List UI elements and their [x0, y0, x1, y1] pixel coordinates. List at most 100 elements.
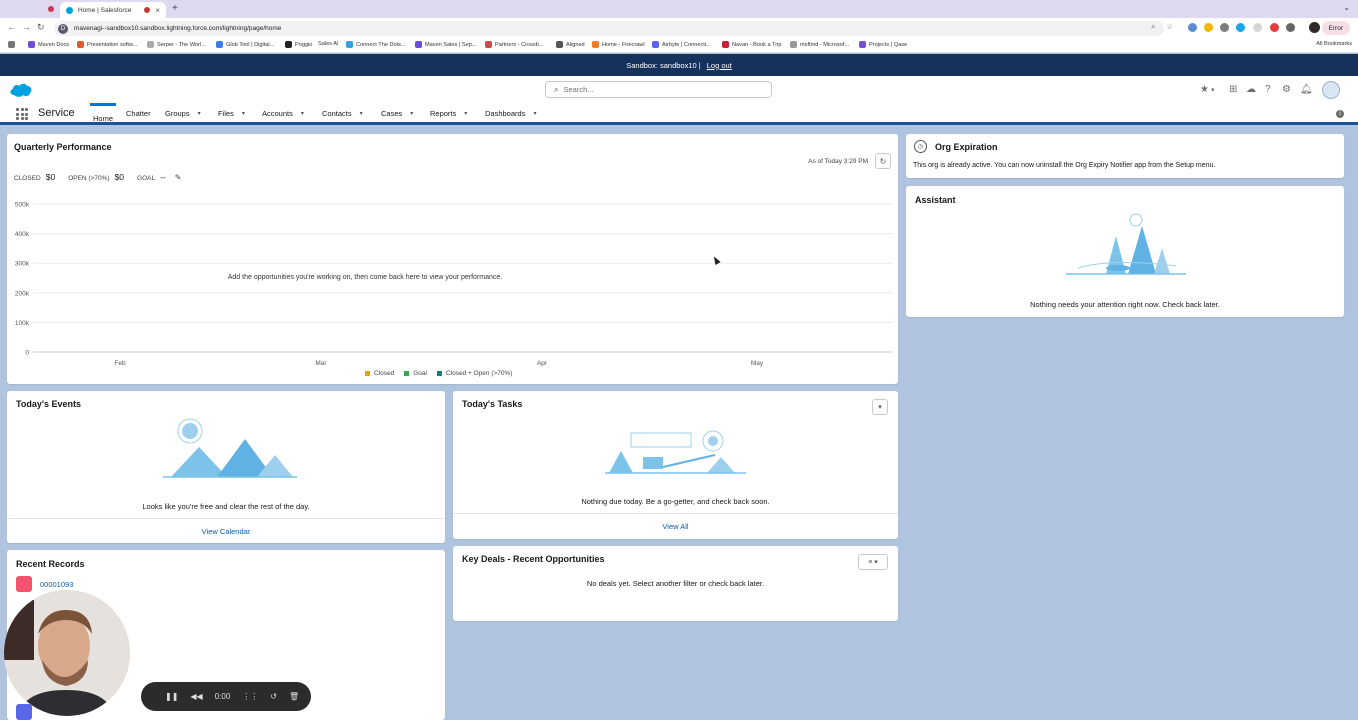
delete-icon[interactable]: 🗑︎ — [289, 692, 299, 701]
recording-dot-icon — [48, 6, 54, 12]
bookmark-item[interactable]: Maven Sales | Sep... — [415, 41, 477, 48]
view-all-tasks-link[interactable]: View All — [453, 513, 898, 537]
nav-tab-dashboards[interactable]: Dashboards ▾ — [485, 109, 536, 118]
extension-icon[interactable] — [1236, 23, 1245, 32]
bookmark-item[interactable]: Airbyte | Connecti... — [652, 41, 711, 48]
recent-record-link[interactable]: 00001093 — [40, 580, 73, 589]
performance-chart: 500k 400k 300k 200k 100k 0 Feb Mar Apr May — [15, 202, 893, 367]
apps-grid-icon[interactable] — [8, 41, 15, 48]
card-title: Today's Tasks — [462, 399, 523, 409]
app-launcher-icon[interactable] — [16, 108, 28, 120]
assistant-card: Assistant Nothing needs your attention r… — [906, 186, 1344, 317]
refresh-icon[interactable]: ↻ — [875, 153, 891, 169]
sandbox-banner: Sandbox: sandbox10 | Log out — [0, 54, 1358, 76]
tab-recording-icon — [144, 7, 151, 13]
closed-label: CLOSED — [14, 175, 41, 182]
nav-tab-accounts[interactable]: Accounts ▾ — [262, 109, 304, 118]
new-tab-icon[interactable]: + — [172, 3, 178, 14]
close-tab-icon[interactable]: × — [155, 6, 160, 15]
x-tick-label: Apr — [537, 360, 548, 367]
nav-tab-groups[interactable]: Groups ▾ — [165, 109, 201, 118]
search-icon: ⌕ — [554, 84, 559, 94]
chevron-down-icon: ▾ — [533, 111, 537, 117]
nav-tab-reports[interactable]: Reports ▾ — [430, 109, 467, 118]
legend-closed-open[interactable]: Closed + Open (>70%) — [436, 370, 512, 377]
notifications-bell-icon[interactable]: 🔔︎ — [1300, 84, 1313, 95]
site-info-icon[interactable]: D — [58, 23, 68, 34]
record-icon — [16, 704, 32, 720]
setup-gear-icon[interactable]: ⚙ — [1282, 84, 1291, 95]
all-bookmarks-button[interactable]: All Bookmarks — [1316, 41, 1352, 47]
error-button[interactable]: Error — [1321, 21, 1350, 35]
edit-goal-pencil-icon[interactable]: ✎ — [175, 173, 182, 182]
nav-tab-cases[interactable]: Cases ▾ — [381, 109, 413, 118]
pause-icon[interactable]: ❚❚ — [165, 692, 178, 701]
search-placeholder: Search... — [563, 85, 594, 94]
x-tick-label: May — [751, 360, 764, 367]
bookmark-item[interactable]: Projects | Qase — [859, 41, 907, 48]
bookmark-item[interactable]: Home - Firecrawl — [592, 41, 645, 48]
browser-tab-bar: Home | Salesforce × + ⌄ — [0, 0, 1358, 18]
nav-tab-chatter[interactable]: Chatter — [126, 109, 151, 118]
bookmark-item[interactable]: Partners - Crossb... — [485, 41, 544, 48]
rewind-icon[interactable]: ◀◀ — [190, 692, 202, 701]
x-tick-label: Mar — [315, 360, 327, 367]
screen-recorder-toolbar: ❚❚ ◀◀ 0:00 ⋮⋮ ↺ 🗑︎ — [141, 682, 311, 711]
chart-empty-message: Add the opportunities you're working on,… — [227, 274, 503, 281]
restart-icon[interactable]: ↺ — [270, 692, 277, 701]
global-search-input[interactable]: ⌕ Search... — [545, 81, 772, 98]
app-navigation: Service Home Chatter Groups ▾ Files ▾ Acco… — [0, 103, 1358, 125]
bookmark-star-icon[interactable]: ☆ — [1166, 22, 1173, 31]
extension-icon[interactable] — [1270, 23, 1279, 32]
favorites-star-icon[interactable]: ★ — [1200, 84, 1209, 95]
trailhead-icon[interactable]: ☁ — [1246, 84, 1256, 95]
events-empty-message: Looks like you're free and clear the res… — [142, 502, 310, 511]
bookmark-item[interactable]: Navan - Book a Trip — [722, 41, 781, 48]
view-calendar-link[interactable]: View Calendar — [7, 518, 445, 542]
back-icon[interactable]: ← — [7, 22, 16, 32]
help-icon[interactable]: ? — [1265, 84, 1271, 95]
webcam-overlay — [4, 590, 130, 716]
legend-closed[interactable]: Closed — [365, 370, 394, 377]
bookmark-item[interactable]: Poggio — [285, 41, 312, 48]
extensions-puzzle-icon[interactable] — [1286, 23, 1295, 32]
extension-icon[interactable] — [1253, 23, 1262, 32]
bookmark-item[interactable]: Connect The Dots... — [346, 41, 406, 48]
case-record-icon — [16, 576, 32, 592]
info-icon[interactable]: i — [1336, 110, 1344, 118]
todays-tasks-card: Today's Tasks ▾ Nothing due today. Be a … — [453, 391, 898, 539]
extension-icon[interactable] — [1188, 23, 1197, 32]
deals-filter-dropdown[interactable]: ≡ ▾ — [858, 554, 888, 570]
legend-goal[interactable]: Goal — [404, 370, 427, 377]
user-avatar[interactable] — [1322, 81, 1340, 99]
card-title: Assistant — [915, 195, 956, 205]
reload-icon[interactable]: ↻ — [37, 22, 45, 33]
grid-icon[interactable]: ⋮⋮ — [242, 692, 258, 701]
bookmark-item[interactable]: Glob Tool | Digital... — [216, 41, 274, 48]
open-value: $0 — [114, 172, 125, 182]
browser-tab[interactable]: Home | Salesforce × — [60, 2, 166, 18]
extension-icon[interactable] — [1204, 23, 1213, 32]
performance-summary: CLOSED $0 OPEN (>70%) $0 GOAL -- ✎ — [14, 172, 181, 182]
tab-search-chevron-icon[interactable]: ⌄ — [1343, 3, 1350, 12]
global-actions-icon[interactable]: ⊞ — [1229, 84, 1237, 95]
tasks-filter-dropdown[interactable]: ▾ — [872, 399, 888, 415]
profile-avatar[interactable] — [1309, 22, 1320, 33]
bookmark-item[interactable]: Presentation softw... — [77, 41, 137, 48]
bookmark-item[interactable]: Maven Docs — [28, 41, 69, 48]
favorites-dropdown-icon[interactable]: ▾ — [1211, 86, 1215, 94]
forward-icon[interactable]: → — [22, 22, 31, 32]
nav-tab-contacts[interactable]: Contacts ▾ — [322, 109, 363, 118]
bookmark-item[interactable]: msftmd - Microsof... — [790, 41, 849, 48]
assistant-illustration — [1066, 213, 1186, 275]
logout-link[interactable]: Log out — [707, 61, 732, 70]
extension-icon[interactable] — [1220, 23, 1229, 32]
salesforce-logo[interactable] — [9, 81, 33, 98]
url-field[interactable]: D mavenagi--sandbox10.sandbox.lightning.… — [54, 21, 1164, 36]
nav-tab-files[interactable]: Files ▾ — [218, 109, 245, 118]
bookmark-item[interactable]: Aligned — [556, 41, 585, 48]
zoom-icon[interactable]: ⌕ — [1151, 22, 1155, 32]
nav-tab-home[interactable]: Home — [90, 103, 117, 125]
chevron-down-icon: ▾ — [464, 111, 468, 117]
bookmark-item[interactable]: Serper - The Worl... — [147, 41, 206, 48]
